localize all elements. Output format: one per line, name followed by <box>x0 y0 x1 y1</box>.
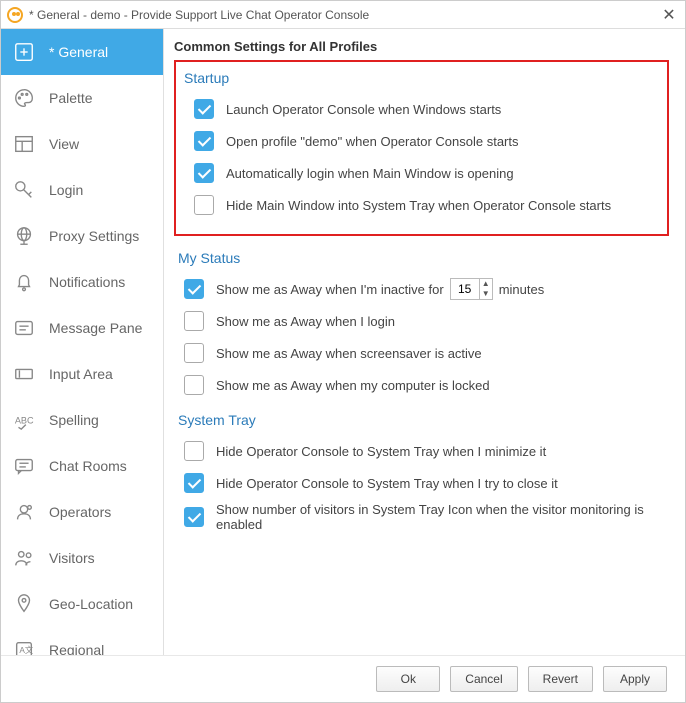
close-button[interactable]: ✕ <box>659 5 679 25</box>
chk-away-screensaver[interactable] <box>184 343 204 363</box>
sidebar-item-view[interactable]: View <box>1 121 163 167</box>
footer: Ok Cancel Revert Apply <box>1 655 685 701</box>
chk-tray-visitor-count[interactable] <box>184 507 204 527</box>
sidebar-item-login[interactable]: Login <box>1 167 163 213</box>
chk-label: Show me as Away when I login <box>216 314 395 329</box>
chk-open-profile-demo[interactable] <box>194 131 214 151</box>
spelling-icon: ABC <box>13 409 35 431</box>
sidebar-item-label: Input Area <box>49 366 113 382</box>
regional-icon: A文 <box>13 639 35 655</box>
sidebar-item-label: View <box>49 136 79 152</box>
sidebar-item-label: Palette <box>49 90 93 106</box>
svg-text:ABC: ABC <box>15 416 34 426</box>
chk-label: Automatically login when Main Window is … <box>226 166 514 181</box>
sidebar-item-label: Login <box>49 182 83 198</box>
ok-button[interactable]: Ok <box>376 666 440 692</box>
chk-label: Hide Operator Console to System Tray whe… <box>216 444 546 459</box>
chk-launch-on-windows[interactable] <box>194 99 214 119</box>
sidebar-item-label: Geo-Location <box>49 596 133 612</box>
key-icon <box>13 179 35 201</box>
chat-icon <box>13 455 35 477</box>
chk-away-login[interactable] <box>184 311 204 331</box>
chk-tray-close[interactable] <box>184 473 204 493</box>
sidebar-item-label: Operators <box>49 504 111 520</box>
chk-label: Hide Main Window into System Tray when O… <box>226 198 611 213</box>
message-icon <box>13 317 35 339</box>
sidebar-item-label: Spelling <box>49 412 99 428</box>
minutes-label: minutes <box>499 282 545 297</box>
sidebar-item-notifications[interactable]: Notifications <box>1 259 163 305</box>
sidebar-item-chat-rooms[interactable]: Chat Rooms <box>1 443 163 489</box>
chk-label: Show me as Away when my computer is lock… <box>216 378 490 393</box>
sidebar-item-visitors[interactable]: Visitors <box>1 535 163 581</box>
sidebar-item-label: Regional <box>49 642 104 655</box>
spinner-up-icon[interactable]: ▲ <box>480 279 492 289</box>
chk-label: Show number of visitors in System Tray I… <box>216 502 669 532</box>
chk-auto-login[interactable] <box>194 163 214 183</box>
window-title: * General - demo - Provide Support Live … <box>29 8 659 22</box>
section-title-systray: System Tray <box>174 412 669 428</box>
chk-tray-minimize[interactable] <box>184 441 204 461</box>
revert-button[interactable]: Revert <box>528 666 593 692</box>
sidebar-item-label: Proxy Settings <box>49 228 139 244</box>
chk-hide-main-window[interactable] <box>194 195 214 215</box>
sidebar-item-general[interactable]: * General <box>1 29 163 75</box>
sidebar-item-label: * General <box>49 44 108 60</box>
titlebar: * General - demo - Provide Support Live … <box>1 1 685 29</box>
sidebar-item-regional[interactable]: A文 Regional <box>1 627 163 655</box>
chk-label: Launch Operator Console when Windows sta… <box>226 102 501 117</box>
svg-text:A文: A文 <box>19 645 33 655</box>
plus-square-icon <box>13 41 35 63</box>
chk-away-inactive[interactable] <box>184 279 204 299</box>
sidebar-item-label: Visitors <box>49 550 95 566</box>
section-startup: Startup Launch Operator Console when Win… <box>174 60 669 236</box>
headset-icon <box>13 501 35 523</box>
chk-label: Show me as Away when I'm inactive for <box>216 282 444 297</box>
input-icon <box>13 363 35 385</box>
chk-label: Hide Operator Console to System Tray whe… <box>216 476 558 491</box>
chk-label: Open profile "demo" when Operator Consol… <box>226 134 519 149</box>
globe-icon <box>13 225 35 247</box>
sidebar-item-label: Message Pane <box>49 320 142 336</box>
cancel-button[interactable]: Cancel <box>450 666 517 692</box>
apply-button[interactable]: Apply <box>603 666 667 692</box>
sidebar-item-proxy[interactable]: Proxy Settings <box>1 213 163 259</box>
minutes-spinner[interactable]: ▲▼ <box>450 278 493 300</box>
bell-icon <box>13 271 35 293</box>
section-mystatus: My Status Show me as Away when I'm inact… <box>174 250 669 398</box>
content-pane: Common Settings for All Profiles Startup… <box>164 29 685 655</box>
sidebar-item-message-pane[interactable]: Message Pane <box>1 305 163 351</box>
minutes-input[interactable] <box>451 282 479 296</box>
section-title-mystatus: My Status <box>174 250 669 266</box>
chk-label: Show me as Away when screensaver is acti… <box>216 346 482 361</box>
sidebar: * General Palette View Login Proxy Setti… <box>1 29 164 655</box>
layout-icon <box>13 133 35 155</box>
chk-away-locked[interactable] <box>184 375 204 395</box>
palette-icon <box>13 87 35 109</box>
section-systray: System Tray Hide Operator Console to Sys… <box>174 412 669 532</box>
people-icon <box>13 547 35 569</box>
sidebar-item-operators[interactable]: Operators <box>1 489 163 535</box>
sidebar-item-input-area[interactable]: Input Area <box>1 351 163 397</box>
content-header: Common Settings for All Profiles <box>174 39 669 54</box>
app-icon <box>7 7 23 23</box>
sidebar-item-spelling[interactable]: ABC Spelling <box>1 397 163 443</box>
pin-icon <box>13 593 35 615</box>
spinner-down-icon[interactable]: ▼ <box>480 289 492 299</box>
sidebar-item-palette[interactable]: Palette <box>1 75 163 121</box>
section-title-startup: Startup <box>184 70 657 86</box>
sidebar-item-label: Notifications <box>49 274 125 290</box>
sidebar-item-label: Chat Rooms <box>49 458 127 474</box>
sidebar-item-geo-location[interactable]: Geo-Location <box>1 581 163 627</box>
